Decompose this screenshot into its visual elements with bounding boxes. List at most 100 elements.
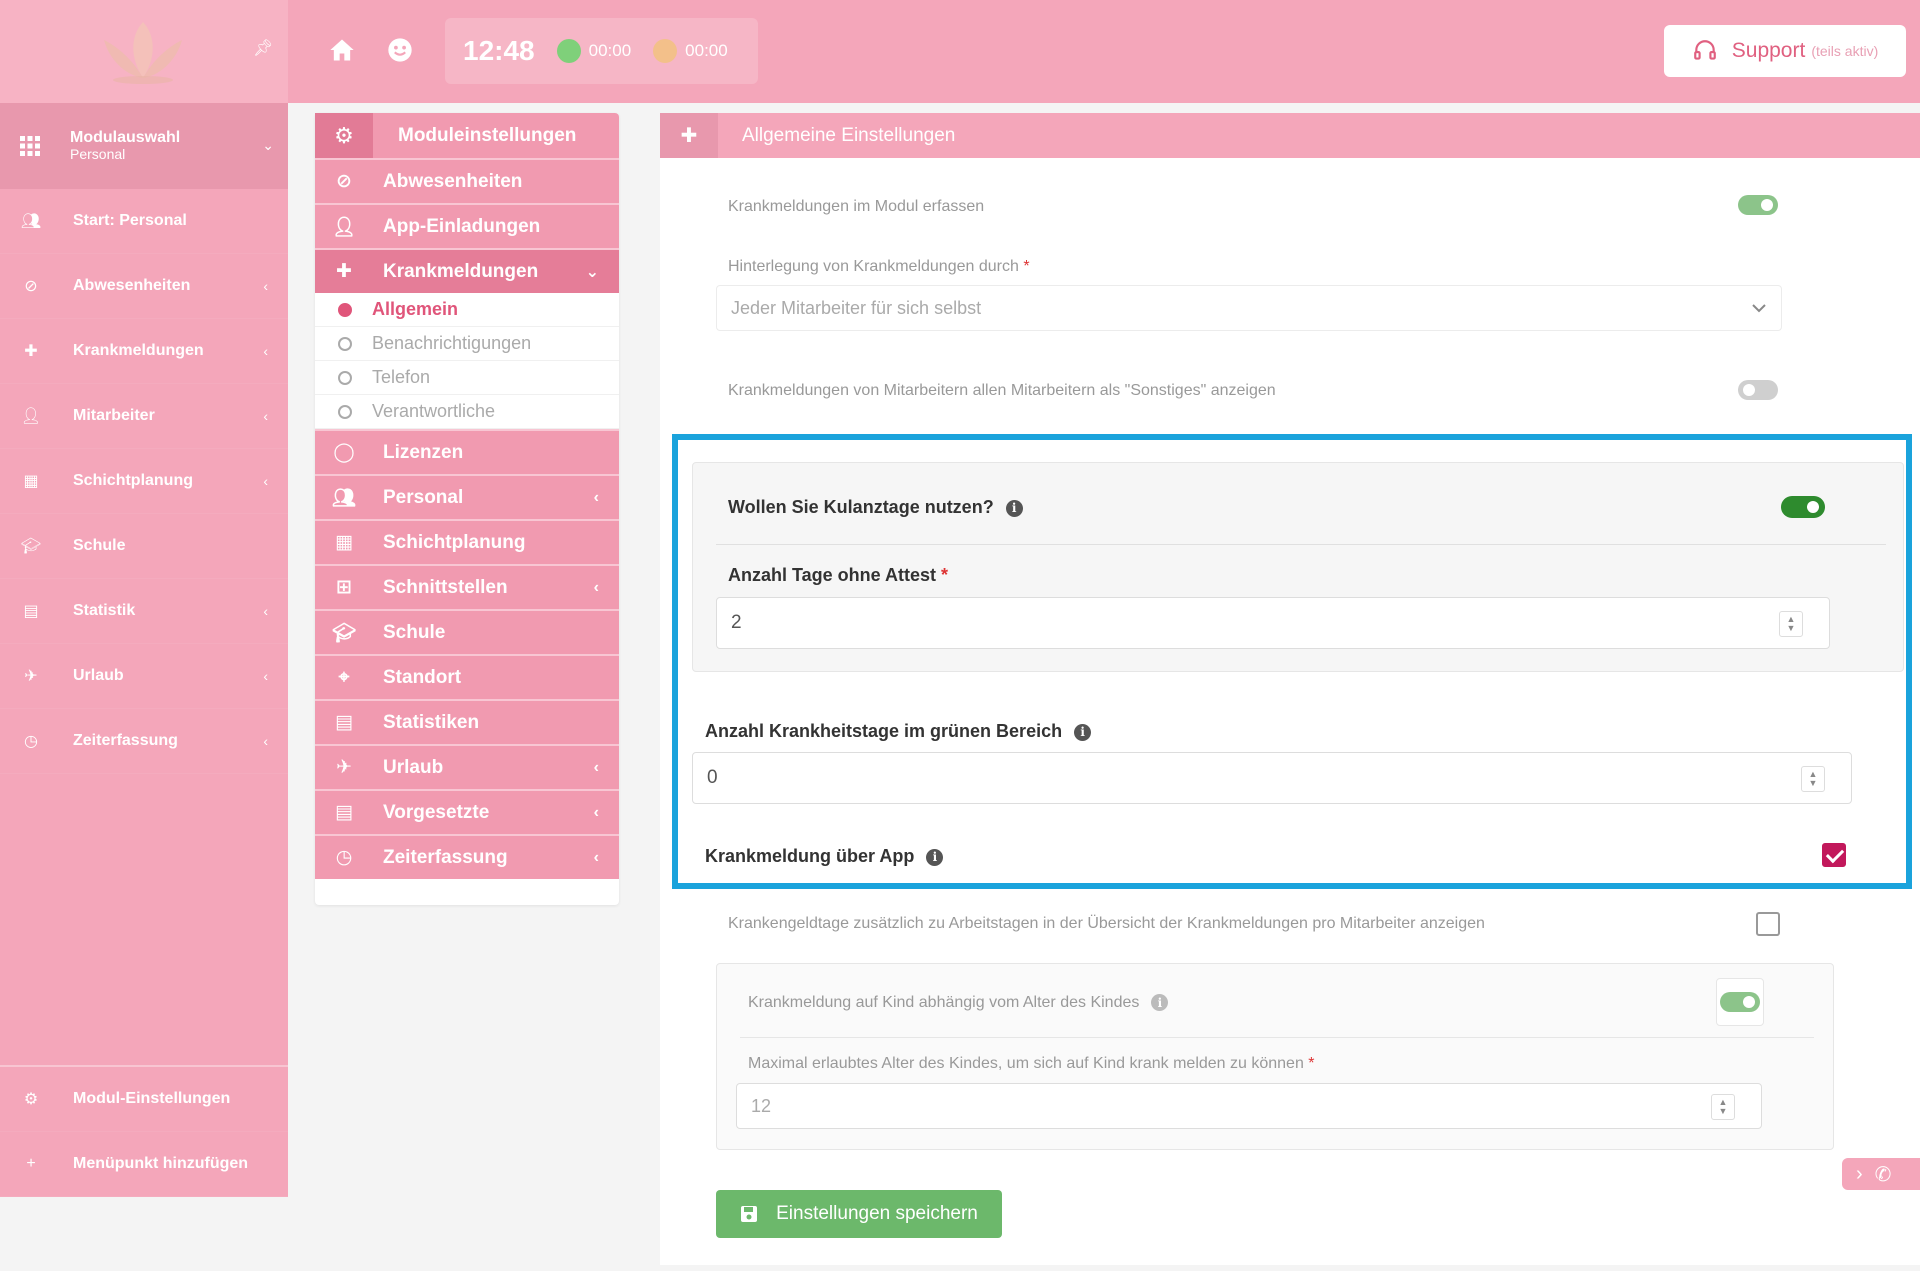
module-item[interactable]: 🎓︎ Schule — [315, 609, 619, 654]
sidebar-item[interactable]: ▤ Statistik ‹ — [0, 579, 288, 644]
module-item-label: Zeiterfassung — [383, 846, 508, 868]
user-icon: 👤︎ — [331, 216, 357, 238]
sidebar-item-label: Mitarbeiter — [73, 407, 155, 424]
save-button[interactable]: Einstellungen speichern — [716, 1190, 1002, 1238]
deposit-value: Jeder Mitarbeiter für sich selbst — [731, 297, 982, 318]
chevron-left-icon: ‹ — [593, 578, 599, 596]
chevron-left-icon: ‹ — [593, 758, 599, 776]
other-toggle[interactable] — [1738, 380, 1778, 400]
module-item[interactable]: 👤︎ App-Einladungen — [315, 203, 619, 248]
module-item[interactable]: 👥︎ Personal ‹ — [315, 474, 619, 519]
sidebar-bottom-item[interactable]: ⚙ Modul-Einstellungen — [0, 1067, 288, 1132]
module-subitem[interactable]: Telefon — [315, 361, 619, 395]
module-item[interactable]: ⊘ Abwesenheiten — [315, 158, 619, 203]
sidebar-item-label: Modul-Einstellungen — [73, 1090, 231, 1107]
sidebar-item-label: Urlaub — [73, 667, 124, 684]
module-subitem[interactable]: Allgemein — [315, 293, 619, 327]
chevron-left-icon: ‹ — [593, 488, 599, 506]
sitemap-icon: ⊞ — [336, 577, 352, 598]
users-icon: 👥︎ — [331, 487, 357, 509]
support-note: (teils aktiv) — [1811, 43, 1879, 59]
sidebar-item-label: Schichtplanung — [73, 472, 193, 489]
module-item-label: App-Einladungen — [383, 215, 541, 237]
chart-icon: ▤ — [335, 802, 353, 823]
module-settings-header: ⚙ Moduleinstellungen — [315, 113, 619, 158]
support-button[interactable]: Support (teils aktiv) — [1664, 25, 1906, 77]
module-item-label: Personal — [383, 486, 464, 508]
module-item[interactable]: ⌖ Standort — [315, 654, 619, 699]
sidebar-item-label: Schule — [73, 537, 126, 554]
module-item-label: Schule — [383, 621, 446, 643]
module-subitem-label: Allgemein — [372, 299, 459, 319]
chevron-left-icon: ‹ — [593, 803, 599, 821]
other-label: Krankmeldungen von Mitarbeitern allen Mi… — [728, 382, 1276, 399]
sidebar-item[interactable]: ✈ Urlaub ‹ — [0, 644, 288, 709]
users-icon: 👥︎ — [20, 213, 42, 230]
module-item[interactable]: ✈ Urlaub ‹ — [315, 744, 619, 789]
capture-toggle[interactable] — [1738, 195, 1778, 215]
calendar-icon: ▦ — [23, 473, 39, 490]
module-item-label: Schichtplanung — [383, 531, 526, 553]
module-item[interactable]: ◷ Zeiterfassung ‹ — [315, 834, 619, 879]
module-item[interactable]: ◯ Lizenzen — [315, 429, 619, 474]
sidebar-item[interactable]: ✚ Krankmeldungen ‹ — [0, 319, 288, 384]
module-item[interactable]: ▤ Vorgesetzte ‹ — [315, 789, 619, 834]
sidebar-bottom-item[interactable]: + Menüpunkt hinzufügen — [0, 1132, 288, 1197]
module-title: Modulauswahl — [70, 129, 181, 146]
pause-icon[interactable] — [653, 39, 678, 63]
highlight-frame — [672, 434, 1912, 889]
lotus-logo — [104, 22, 182, 84]
chevron-left-icon: ‹ — [263, 278, 268, 294]
module-item-active[interactable]: ✚ Krankmeldungen ⌄ — [315, 248, 619, 293]
module-item-label: Standort — [383, 666, 462, 688]
radio-icon — [338, 336, 352, 351]
calendar-icon: ▦ — [335, 532, 353, 553]
child-age-input[interactable]: 12 ▲ ▼ — [736, 1083, 1762, 1129]
sidebar-item[interactable]: ⊘ Abwesenheiten ‹ — [0, 254, 288, 319]
pin-icon[interactable]: 📌︎ — [253, 38, 273, 58]
module-subitem[interactable]: Benachrichtigungen — [315, 327, 619, 361]
gear-icon: ⚙ — [334, 122, 354, 148]
chart-icon: ▤ — [335, 712, 353, 733]
sidebar-item[interactable]: 👥︎ Start: Personal — [0, 189, 288, 254]
sidebar-item[interactable]: ▦ Schichtplanung ‹ — [0, 449, 288, 514]
clock-icon: ◷ — [335, 847, 353, 868]
call-widget[interactable]: › ✆ — [1842, 1158, 1920, 1190]
chevron-left-icon: ‹ — [593, 848, 599, 866]
home-icon[interactable] — [328, 36, 356, 64]
sidebar-item[interactable]: ◷ Zeiterfassung ‹ — [0, 709, 288, 774]
sidebar-item[interactable]: 👤︎ Mitarbeiter ‹ — [0, 384, 288, 449]
module-subitem-label: Benachrichtigungen — [372, 333, 532, 353]
deposit-select[interactable]: Jeder Mitarbeiter für sich selbst — [716, 285, 1782, 331]
module-item[interactable]: ▦ Schichtplanung — [315, 519, 619, 564]
module-subitem[interactable]: Verantwortliche — [315, 395, 619, 429]
settings-title: Allgemeine Einstellungen — [742, 124, 956, 146]
child-toggle[interactable] — [1720, 992, 1760, 1012]
sidebar: 📌︎ Modulauswahl Personal ⌄ 👥︎ Start: Per… — [0, 0, 288, 1197]
stepper-icon[interactable]: ▲ ▼ — [1711, 1094, 1735, 1120]
medical-icon: ✚ — [336, 261, 352, 282]
play-icon[interactable] — [556, 39, 581, 63]
module-subtitle: Personal — [70, 146, 126, 162]
smiley-icon[interactable] — [386, 36, 414, 64]
medical-icon: ✚ — [680, 125, 698, 147]
graduation-icon: 🎓︎ — [331, 622, 357, 644]
headset-icon — [1693, 40, 1716, 60]
logo-area: 📌︎ — [0, 0, 288, 103]
module-item[interactable]: ▤ Statistiken — [315, 699, 619, 744]
sickpay-checkbox[interactable] — [1756, 912, 1780, 936]
chevron-left-icon: ‹ — [263, 473, 268, 489]
info-icon[interactable]: i — [1151, 994, 1169, 1012]
child-age-label: Maximal erlaubtes Alter des Kindes, um s… — [748, 1055, 1315, 1072]
module-subitem-label: Telefon — [372, 367, 431, 387]
phone-icon: ✆ — [1874, 1163, 1892, 1186]
support-label: Support — [1731, 39, 1806, 62]
sidebar-item[interactable]: 🎓︎ Schule — [0, 514, 288, 579]
topbar: 12:48 00:00 00:00 Support (teils aktiv) — [288, 0, 1920, 103]
radio-icon — [338, 370, 352, 385]
user-icon: 👤︎ — [20, 408, 42, 425]
module-selector[interactable]: Modulauswahl Personal ⌄ — [0, 103, 288, 189]
module-item[interactable]: ⊞ Schnittstellen ‹ — [315, 564, 619, 609]
module-settings-title: Moduleinstellungen — [398, 124, 577, 146]
timer-green: 00:00 — [588, 41, 632, 60]
